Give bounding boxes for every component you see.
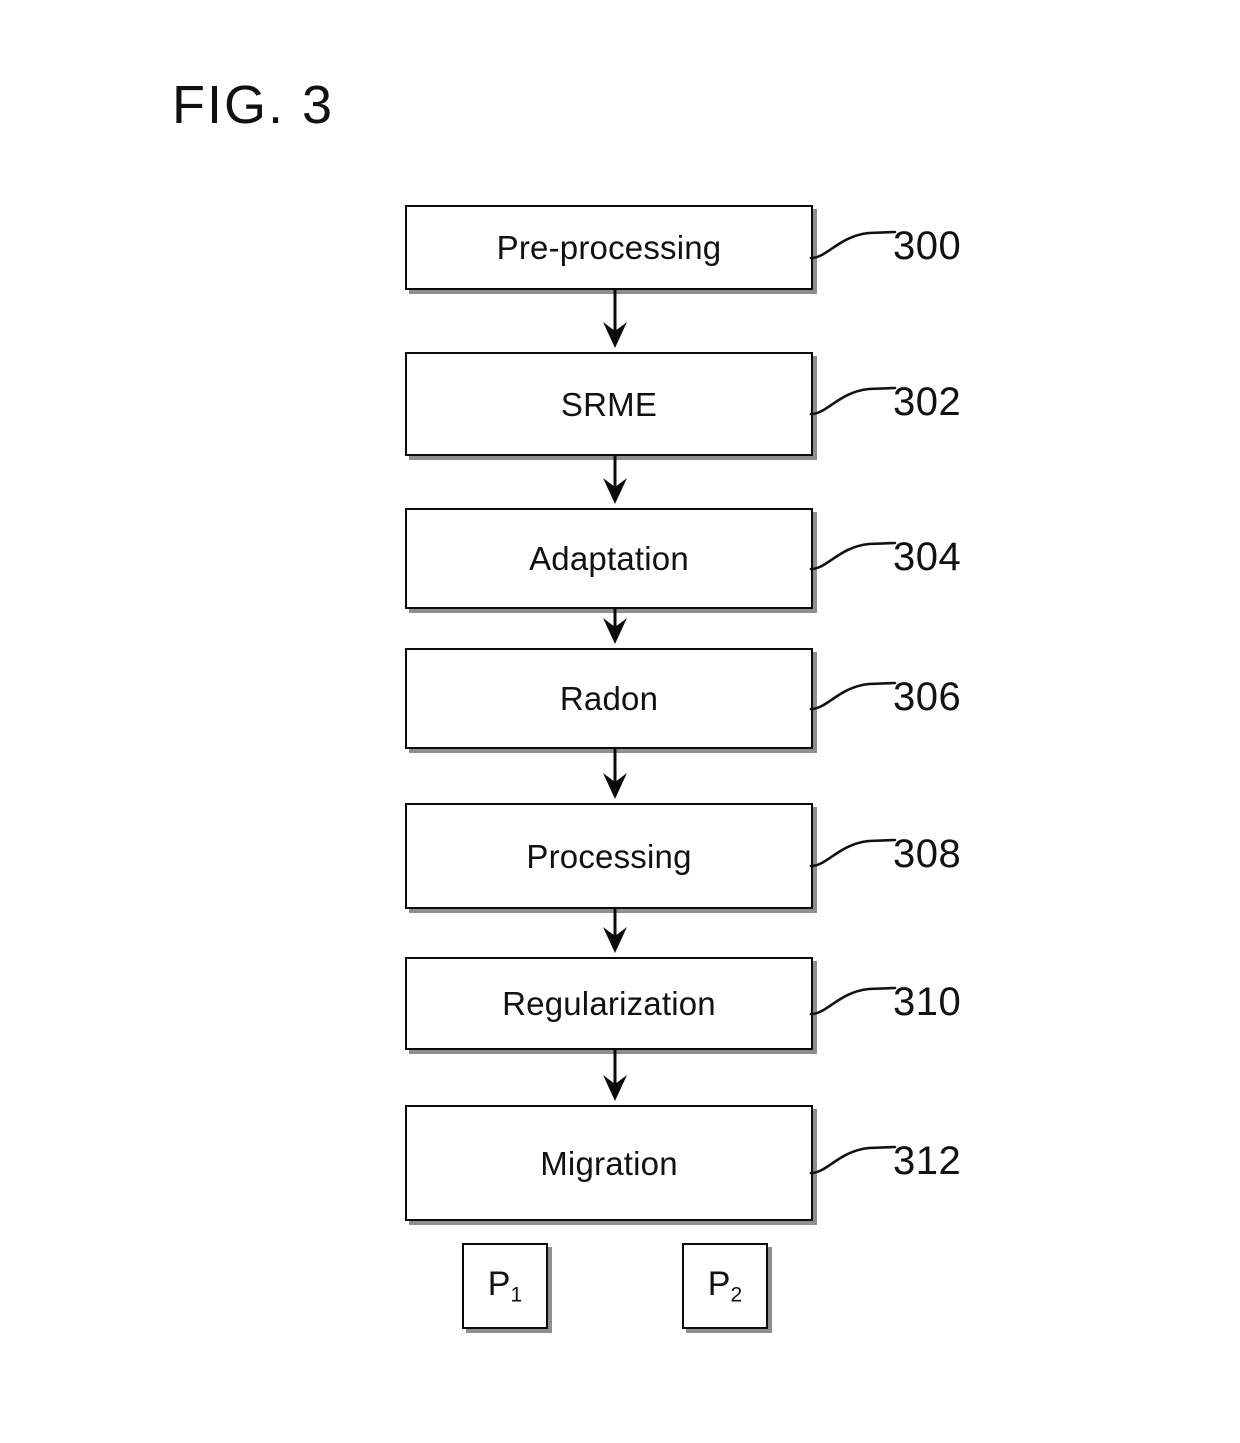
connector-arrow-icon [598, 909, 632, 957]
terminal-label-base: P [707, 1264, 731, 1303]
reference-numeral: 302 [893, 380, 962, 424]
connector-arrow-icon [598, 749, 632, 803]
connector-arrow-icon [598, 290, 632, 352]
terminal-box-label: P1 [488, 1267, 522, 1306]
reference-numeral: 306 [893, 674, 962, 719]
process-box: Pre-processing [405, 205, 813, 290]
reference-leader-line [809, 370, 897, 440]
reference-leader-line [809, 970, 897, 1040]
reference-numeral: 300 [893, 223, 962, 268]
terminal-box: P1 [462, 1243, 548, 1329]
terminal-label-base: P [487, 1264, 511, 1303]
process-box-label: SRME [560, 385, 658, 423]
reference-numeral: 304 [893, 534, 962, 579]
process-box-label: Pre-processing [496, 229, 722, 266]
reference-leader-line [809, 214, 897, 284]
process-box-label: Adaptation [529, 540, 689, 577]
connector-arrow-icon [598, 1050, 632, 1105]
reference-leader-line [809, 525, 897, 595]
figure-title: FIG. 3 [172, 75, 335, 135]
connector-arrow-icon [598, 609, 632, 648]
reference-leader-line [809, 822, 897, 892]
terminal-box-label: P2 [708, 1267, 742, 1306]
process-box: Migration [405, 1105, 813, 1221]
process-box: SRME [405, 352, 813, 456]
process-box: Processing [405, 803, 813, 909]
process-box: Radon [405, 648, 813, 749]
process-box-label: Migration [540, 1144, 678, 1182]
process-box-label: Regularization [502, 985, 716, 1022]
reference-numeral: 310 [893, 979, 962, 1024]
terminal-label-subscript: 1 [510, 1283, 523, 1307]
process-box-label: Radon [559, 680, 659, 717]
terminal-box: P2 [682, 1243, 768, 1329]
terminal-label-subscript: 2 [730, 1283, 743, 1307]
process-box: Regularization [405, 957, 813, 1050]
reference-numeral: 312 [893, 1139, 962, 1183]
reference-leader-line [809, 665, 897, 735]
process-box: Adaptation [405, 508, 813, 609]
figure-canvas: FIG. 3 Pre-processing SRME Adaptation Radon… [0, 0, 1240, 1443]
reference-numeral: 308 [893, 832, 962, 876]
reference-leader-line [809, 1129, 897, 1199]
process-box-label: Processing [526, 837, 692, 875]
connector-arrow-icon [598, 456, 632, 508]
